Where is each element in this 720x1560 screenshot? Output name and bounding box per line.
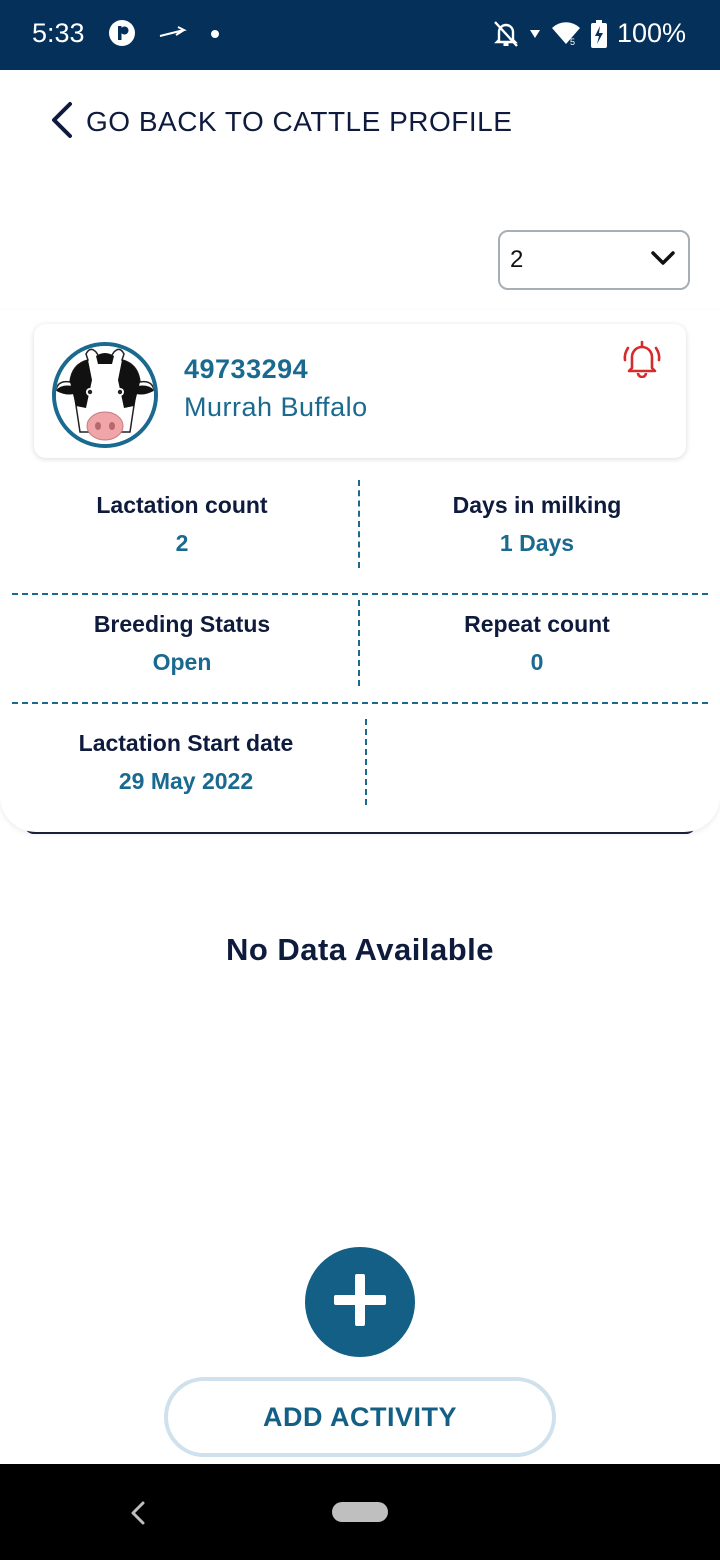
divider-horizontal [12, 593, 708, 595]
nav-home-pill[interactable] [332, 1502, 388, 1522]
repeat-count-value: 0 [530, 649, 544, 675]
lactation-count-label: Lactation count [96, 492, 268, 518]
divider-vertical [365, 719, 367, 805]
days-in-milking-label: Days in milking [452, 492, 622, 518]
status-bar: 5:33 5 100% [0, 0, 720, 70]
chevron-down-icon [650, 250, 676, 271]
divider-horizontal [12, 702, 708, 704]
cow-face-icon [56, 346, 154, 444]
wifi-icon: 5 [551, 21, 581, 46]
add-activity-button[interactable]: ADD ACTIVITY [164, 1377, 556, 1457]
svg-text:5: 5 [570, 37, 575, 46]
breeding-status-value: Open [152, 649, 212, 675]
system-nav-bar [0, 1464, 720, 1560]
cattle-id: 49733294 [184, 354, 309, 384]
battery-percent: 100% [616, 18, 686, 48]
cattle-avatar [52, 342, 158, 448]
dot-icon [210, 26, 220, 44]
back-label: GO BACK TO CATTLE PROFILE [86, 106, 513, 137]
alarm-bell-icon[interactable] [622, 338, 662, 383]
empty-state-message: No Data Available [225, 932, 495, 967]
plus-icon [330, 1270, 390, 1335]
status-left-icons [108, 19, 220, 52]
lactation-select-value: 2 [510, 246, 524, 273]
lactation-start-date-value: 29 May 2022 [118, 768, 254, 794]
back-to-cattle-profile-link[interactable]: GO BACK TO CATTLE PROFILE [48, 100, 512, 144]
add-activity-fab[interactable] [305, 1247, 415, 1357]
days-in-milking-value: 1 Days [499, 530, 575, 556]
battery-charging-icon [590, 19, 607, 48]
lactation-start-date-label: Lactation Start date [78, 730, 294, 756]
status-right-icons: 5 100% [493, 18, 686, 49]
cattle-profile-card[interactable]: 49733294 Murrah Buffalo [34, 324, 686, 458]
add-activity-label: ADD ACTIVITY [263, 1401, 457, 1432]
lactation-card: 49733294 Murrah Buffalo Lactation count … [0, 310, 720, 832]
plane-arrow-icon [158, 25, 188, 45]
bell-off-icon [493, 20, 519, 48]
chevron-left-icon [48, 100, 86, 145]
divider-vertical [358, 480, 360, 568]
cattle-breed: Murrah Buffalo [184, 392, 368, 422]
repeat-count-label: Repeat count [464, 611, 610, 637]
signal-triangle-icon [529, 29, 541, 39]
nav-back-icon[interactable] [128, 1498, 148, 1533]
divider-vertical [358, 600, 360, 686]
status-time: 5:33 [32, 18, 85, 48]
lactation-select[interactable]: 2 [498, 230, 690, 290]
app-p-icon [108, 19, 136, 52]
breeding-status-label: Breeding Status [93, 611, 271, 637]
lactation-count-value: 2 [175, 530, 189, 556]
